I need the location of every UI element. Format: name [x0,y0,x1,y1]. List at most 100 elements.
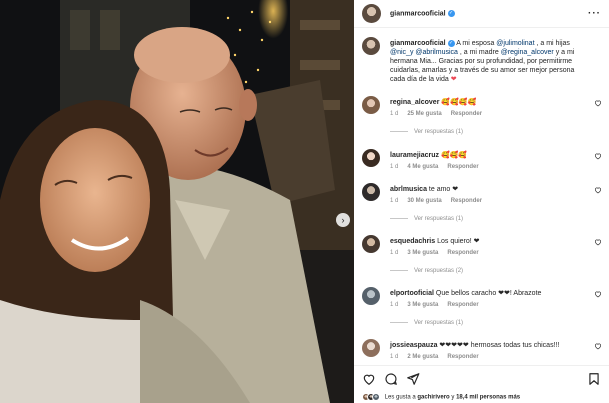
caption-username[interactable]: gianmarcooficial [390,40,446,47]
commenter-username[interactable]: lauramejiacruz [390,152,439,159]
comment-meta: 1 d 25 Me gusta Responder [390,111,491,117]
view-replies-link[interactable]: Ver respuestas (2) [390,268,463,274]
author-avatar[interactable] [362,37,380,55]
caption-part: , a mi madre [457,49,501,56]
comment-likes[interactable]: 3 Me gusta [407,250,438,256]
comment-age: 1 d [390,302,399,308]
caption-part: , a mi hijas [534,40,570,47]
comment-likes[interactable]: 2 Me gusta [407,354,438,360]
comment-text: esquedachris Los quiero! ❤ [390,237,590,246]
verified-badge-icon: ✓ [447,39,455,47]
commenter-avatar[interactable] [362,287,380,305]
reply-button[interactable]: Responder [451,111,482,117]
mention-link[interactable]: @julimolinat [496,40,534,47]
like-heart-icon[interactable] [594,342,602,350]
comment-content: 🥰🥰🥰 [440,152,468,159]
like-heart-icon[interactable] [594,152,602,160]
commenter-avatar[interactable] [362,149,380,167]
comment-age: 1 d [390,354,399,360]
liker-avatar [372,393,380,401]
next-photo-button[interactable]: › [336,213,350,227]
commenter-avatar[interactable] [362,96,380,114]
verified-badge-icon: ✓ [447,10,455,17]
comment-meta: 1 d 2 Me gusta Responder [390,354,488,360]
reply-button[interactable]: Responder [447,302,478,308]
author-avatar[interactable] [362,4,381,23]
more-options-icon[interactable]: ··· [588,8,601,19]
photo-scene [0,0,354,403]
comment-text: jossieaspauza ❤❤❤❤❤ hermosas todas tus c… [390,341,590,350]
comment-meta: 1 d 3 Me gusta Responder [390,250,488,256]
reply-button[interactable]: Responder [447,354,478,360]
comment-text: elportooficial Que bellos caracho ❤❤! Ab… [390,289,590,298]
mention-link[interactable]: @nic_y [390,49,413,56]
commenter-avatar[interactable] [362,339,380,357]
likes-summary: Les gusta a gachirivero y 18,4 mil perso… [362,393,520,401]
comment-age: 1 d [390,164,399,170]
replies-line [390,269,408,271]
comment-content: Los quiero! ❤ [437,238,480,245]
comment-text: abrlmusica te amo ❤ [390,185,590,194]
comment-text: regina_alcover 🥰🥰🥰🥰 [390,98,590,107]
comment-likes[interactable]: 25 Me gusta [407,111,441,117]
bookmark-icon[interactable] [587,372,601,386]
mention-link[interactable]: @regina_alcover [501,49,554,56]
comment-text: lauramejiacruz 🥰🥰🥰 [390,151,590,160]
commenter-username[interactable]: elportooficial [390,290,434,297]
author-name-wrap: gianmarcooficial ✓ [390,10,455,17]
like-heart-icon[interactable] [594,238,602,246]
comments-list: gianmarcooficial ✓ A mi esposa @julimolin… [354,29,609,365]
likes-prefix: Les gusta a [384,394,418,401]
post-header: gianmarcooficial ✓ ··· [354,0,609,28]
commenter-username[interactable]: regina_alcover [390,99,439,106]
view-replies-link[interactable]: Ver respuestas (1) [390,320,463,326]
heart-emoji: ❤ [450,76,457,83]
view-replies-link[interactable]: Ver respuestas (1) [390,216,463,222]
commenter-username[interactable]: abrlmusica [390,186,427,193]
share-icon[interactable] [406,372,420,386]
replies-line [390,217,408,219]
commenter-username[interactable]: jossieaspauza [390,342,437,349]
replies-line [390,321,408,323]
comment-likes[interactable]: 30 Me gusta [407,198,441,204]
reply-button[interactable]: Responder [447,250,478,256]
comment-age: 1 d [390,198,399,204]
comment-content: Que bellos caracho ❤❤! Abrazote [435,290,542,297]
author-username[interactable]: gianmarcooficial [390,10,446,17]
chevron-right-icon: › [341,214,345,225]
comment-meta: 1 d 3 Me gusta Responder [390,302,488,308]
comment-content: te amo ❤ [428,186,459,193]
view-replies-label[interactable]: Ver respuestas (1) [414,216,463,222]
view-replies-label[interactable]: Ver respuestas (1) [414,320,463,326]
comment-likes[interactable]: 4 Me gusta [407,164,438,170]
liker-username[interactable]: gachirivero [417,395,449,401]
commenter-avatar[interactable] [362,235,380,253]
like-heart-icon[interactable] [594,99,602,107]
caption-text: gianmarcooficial ✓ A mi esposa @julimolin… [390,39,590,84]
post-photo: › [0,0,354,403]
comment-likes[interactable]: 3 Me gusta [407,302,438,308]
caption-part: A mi esposa [456,40,497,47]
comment-content: 🥰🥰🥰🥰 [441,99,477,106]
comment-age: 1 d [390,250,399,256]
reply-button[interactable]: Responder [451,198,482,204]
reply-button[interactable]: Responder [447,164,478,170]
comment-meta: 1 d 4 Me gusta Responder [390,164,488,170]
like-heart-icon[interactable] [594,186,602,194]
post-side-panel: gianmarcooficial ✓ ··· gianmarcooficial ✓ … [354,0,609,403]
mention-link[interactable]: @abrilmusica [415,49,458,56]
replies-line [390,130,408,132]
comment-meta: 1 d 30 Me gusta Responder [390,198,491,204]
like-heart-icon[interactable] [594,290,602,298]
comment-content: ❤❤❤❤❤ hermosas todas tus chicas!!! [439,342,560,349]
commenter-avatar[interactable] [362,183,380,201]
like-heart-icon[interactable] [362,372,376,386]
view-replies-label[interactable]: Ver respuestas (1) [414,129,463,135]
likes-count[interactable]: 18,4 mil personas más [456,395,520,401]
post-actions: Les gusta a gachirivero y 18,4 mil perso… [354,365,609,403]
view-replies-link[interactable]: Ver respuestas (1) [390,129,463,135]
comment-icon[interactable] [384,372,398,386]
comment-age: 1 d [390,111,399,117]
commenter-username[interactable]: esquedachris [390,238,435,245]
view-replies-label[interactable]: Ver respuestas (2) [414,268,463,274]
